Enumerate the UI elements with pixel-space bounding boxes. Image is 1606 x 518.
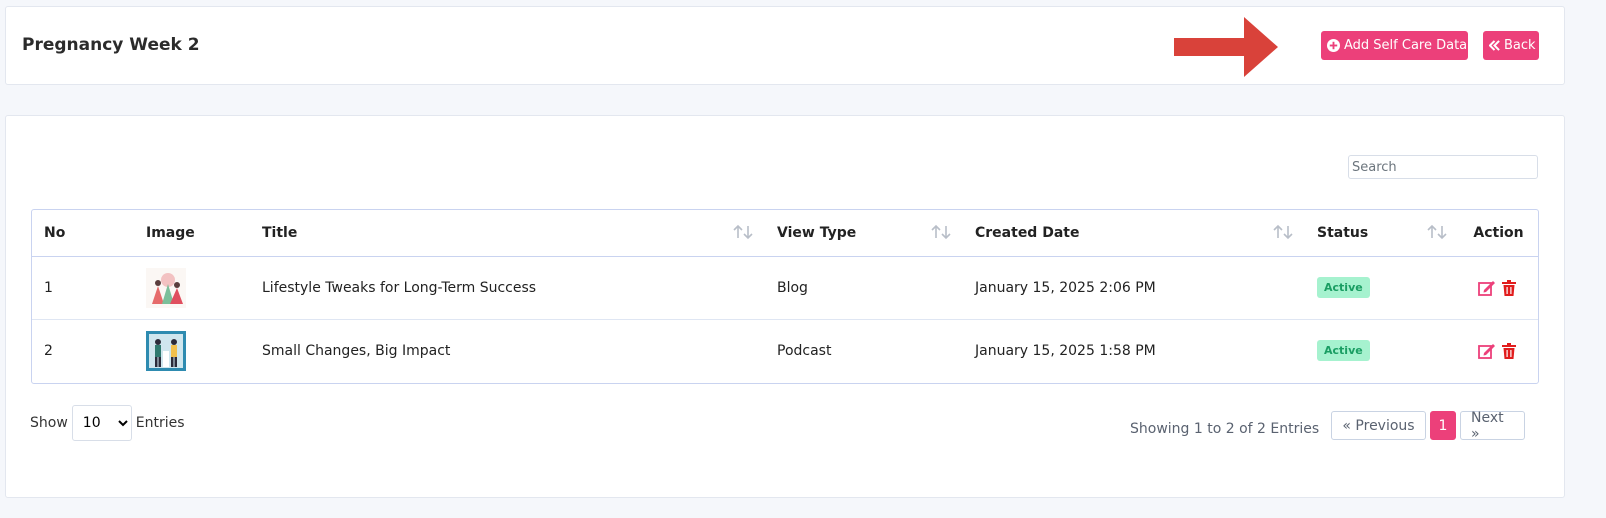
cell-no: 1 — [32, 256, 134, 320]
cell-title: Lifestyle Tweaks for Long-Term Success — [250, 256, 765, 320]
page-size-control: Show 10 Entries — [30, 405, 185, 441]
sort-icon[interactable] — [1427, 224, 1447, 240]
edit-icon[interactable] — [1478, 280, 1496, 296]
cell-image — [134, 319, 250, 382]
show-label: Show — [30, 415, 68, 431]
cell-image — [134, 256, 250, 320]
column-header-view-type-label: View Type — [777, 224, 857, 241]
column-header-image: Image — [134, 210, 250, 257]
page-header-card: Pregnancy Week 2 Add Self Care Data Back — [5, 6, 1565, 85]
column-header-created-date-label: Created Date — [975, 224, 1080, 241]
status-badge[interactable]: Active — [1317, 340, 1370, 362]
delete-icon[interactable] — [1502, 342, 1516, 359]
pagination: « Previous 1 Next » — [1331, 410, 1525, 442]
column-header-title[interactable]: Title — [250, 210, 765, 257]
column-header-action: Action — [1459, 210, 1538, 257]
column-header-view-type[interactable]: View Type — [765, 210, 963, 257]
cell-action — [1459, 319, 1538, 382]
column-header-title-label: Title — [262, 224, 298, 241]
edit-icon[interactable] — [1478, 343, 1496, 359]
back-button[interactable]: Back — [1483, 31, 1539, 60]
data-table-card: No Image Title View Type Created Date — [5, 115, 1565, 498]
page-title: Pregnancy Week 2 — [22, 35, 200, 55]
double-chevron-left-icon — [1489, 40, 1500, 51]
page-size-select[interactable]: 10 — [71, 405, 132, 441]
plus-circle-icon — [1327, 39, 1340, 52]
column-header-status[interactable]: Status — [1305, 210, 1459, 257]
next-page-button[interactable]: Next » — [1460, 410, 1525, 442]
sort-icon[interactable] — [1273, 224, 1293, 240]
status-badge[interactable]: Active — [1317, 277, 1370, 298]
column-header-status-label: Status — [1317, 224, 1369, 241]
sort-icon[interactable] — [931, 224, 951, 240]
page-1-button[interactable]: 1 — [1430, 411, 1456, 440]
podcast-thumbnail-image[interactable] — [146, 330, 186, 371]
column-header-created-date[interactable]: Created Date — [963, 210, 1305, 257]
table-info: Showing 1 to 2 of 2 Entries — [1130, 421, 1320, 437]
table-row: 2 Small Changes, Big Impact Podcast Janu… — [32, 319, 1538, 382]
cell-view-type: Podcast — [777, 342, 832, 359]
cell-title: Small Changes, Big Impact — [262, 342, 451, 359]
delete-icon[interactable] — [1502, 279, 1516, 296]
cell-view-type: Blog — [765, 256, 963, 320]
cell-status: Active — [1305, 319, 1459, 382]
sort-icon[interactable] — [733, 224, 753, 240]
arrow-right-icon — [1174, 17, 1278, 77]
cell-created-date: January 15, 2025 1:58 PM — [975, 342, 1156, 359]
cell-no: 2 — [44, 342, 53, 359]
add-button-label: Add Self Care Data — [1344, 38, 1468, 53]
cell-status: Active — [1305, 256, 1459, 320]
back-button-label: Back — [1504, 38, 1536, 53]
entries-label: Entries — [135, 415, 185, 431]
lifestyle-thumbnail-image[interactable] — [146, 267, 186, 308]
table-row: 1 Lifestyle Tweaks for Long-Term Success… — [32, 256, 1538, 320]
column-header-no: No — [32, 210, 134, 257]
add-self-care-data-button[interactable]: Add Self Care Data — [1321, 31, 1468, 60]
cell-action — [1459, 256, 1538, 320]
self-care-table: No Image Title View Type Created Date St… — [31, 209, 1539, 384]
previous-page-button[interactable]: « Previous — [1331, 411, 1426, 440]
table-header-row: No Image Title View Type Created Date St… — [32, 210, 1538, 257]
cell-created-date: January 15, 2025 2:06 PM — [963, 256, 1305, 320]
search-input[interactable] — [1348, 155, 1538, 179]
